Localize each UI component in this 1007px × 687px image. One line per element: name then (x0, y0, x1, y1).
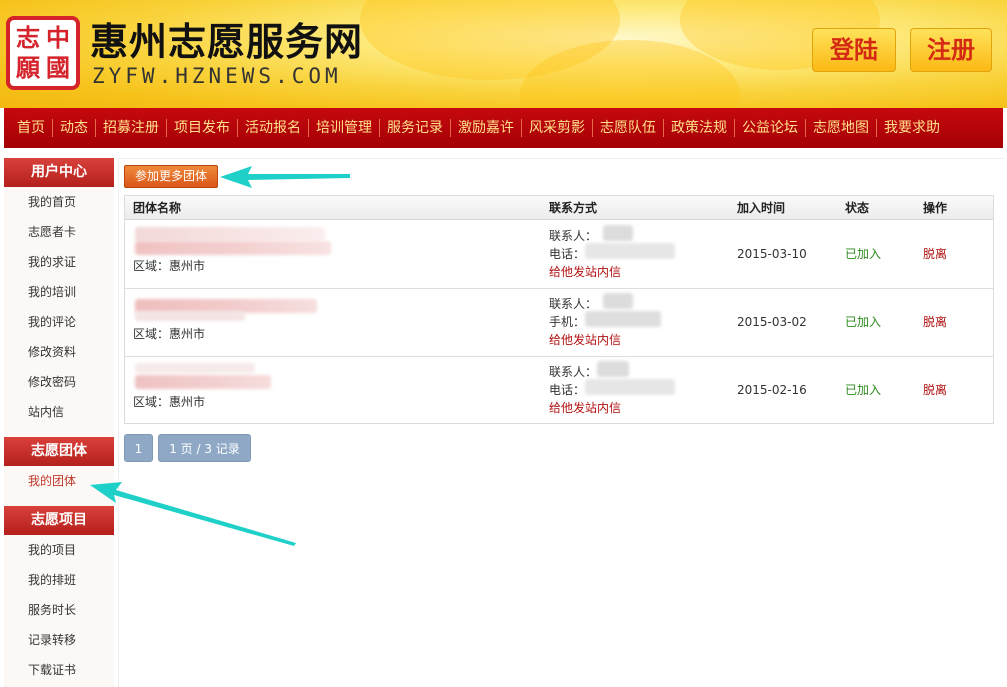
annotation-arrows (90, 166, 350, 546)
annotation-arrow-icon (220, 166, 350, 188)
annotation-arrow-icon (90, 482, 296, 546)
